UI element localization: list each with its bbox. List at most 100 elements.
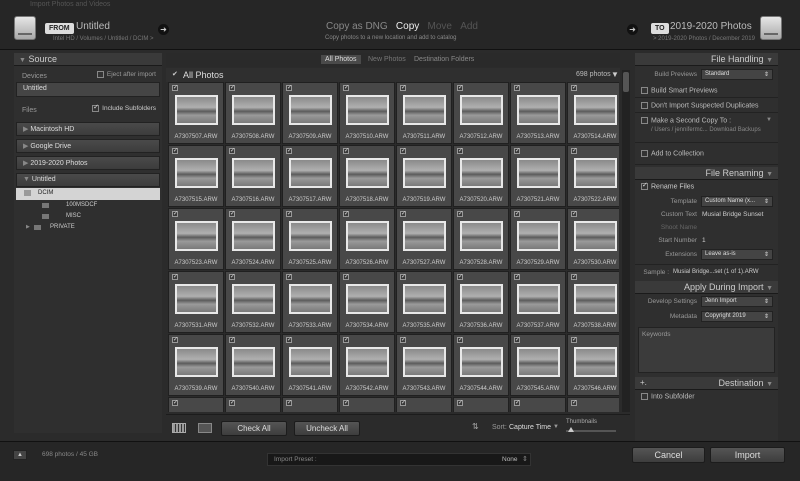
plus-icon[interactable]: +. [640, 378, 647, 387]
into-subfolder-checkbox[interactable] [641, 393, 648, 400]
grid-cell[interactable]: ✓ A7307527.ARW [396, 208, 452, 270]
photo-thumbnail[interactable] [346, 95, 389, 125]
drive-google-drive[interactable]: ▶ Google Drive [16, 139, 160, 153]
photo-thumbnail[interactable] [460, 158, 503, 188]
apply-during-import-header[interactable]: Apply During Import ▼ [635, 281, 778, 294]
photo-thumbnail[interactable] [346, 158, 389, 188]
develop-settings-select[interactable]: Jenn Import ⇕ [701, 296, 773, 307]
photo-checkbox[interactable]: ✓ [571, 400, 577, 406]
drive-untitled[interactable]: ▼ Untitled [16, 173, 160, 187]
mode-add[interactable]: Add [460, 21, 478, 32]
grid-cell[interactable]: ✓ A7307531.ARW [168, 271, 224, 333]
photo-checkbox[interactable]: ✓ [457, 85, 463, 91]
grid-cell[interactable]: ✓ A7307509.ARW [282, 82, 338, 144]
grid-cell[interactable]: ✓ A7307545.ARW [510, 334, 566, 396]
grid-cell[interactable]: ✓ [168, 397, 224, 412]
photo-checkbox[interactable]: ✓ [172, 148, 178, 154]
drive-2019-2020-photos[interactable]: ▶ 2019-2020 Photos [16, 156, 160, 170]
metadata-select[interactable]: Copyright 2019 ⇕ [701, 311, 773, 322]
photo-thumbnail[interactable] [574, 221, 617, 251]
no-duplicates-row[interactable]: Don't Import Suspected Duplicates [635, 98, 778, 113]
tab-all-photos[interactable]: All Photos [321, 55, 361, 64]
photo-thumbnail[interactable] [574, 158, 617, 188]
photo-thumbnail[interactable] [574, 284, 617, 314]
grid-cell[interactable]: ✓ A7307537.ARW [510, 271, 566, 333]
photo-checkbox[interactable]: ✓ [172, 211, 178, 217]
photo-checkbox[interactable]: ✓ [457, 337, 463, 343]
photo-thumbnail[interactable] [175, 158, 218, 188]
grid-cell[interactable]: ✓ A7307529.ARW [510, 208, 566, 270]
photo-thumbnail[interactable] [517, 347, 560, 377]
grid-cell[interactable]: ✓ A7307524.ARW [225, 208, 281, 270]
grid-cell[interactable]: ✓ A7307525.ARW [282, 208, 338, 270]
photo-thumbnail[interactable] [232, 158, 275, 188]
photo-checkbox[interactable]: ✓ [286, 337, 292, 343]
grid-cell[interactable]: ✓ A7307532.ARW [225, 271, 281, 333]
file-handling-header[interactable]: File Handling ▼ [635, 53, 778, 66]
photo-thumbnail[interactable] [289, 221, 332, 251]
photo-checkbox[interactable]: ✓ [571, 274, 577, 280]
photo-checkbox[interactable]: ✓ [229, 85, 235, 91]
source-path[interactable]: Intel HD / Volumes / Untitled / DCIM > [53, 36, 154, 42]
chevron-down-icon[interactable]: ⇕ [522, 455, 528, 463]
custom-text-input[interactable]: Musial Bridge Sunset [702, 211, 763, 218]
photo-checkbox[interactable]: ✓ [457, 211, 463, 217]
grid-cell[interactable]: ✓ [396, 397, 452, 412]
template-select[interactable]: Custom Name (x... ⇕ [701, 196, 773, 207]
photo-thumbnail[interactable] [175, 95, 218, 125]
grid-cell[interactable]: ✓ A7307512.ARW [453, 82, 509, 144]
uncheck-all-button[interactable]: Uncheck All [294, 421, 360, 436]
grid-cell[interactable]: ✓ [453, 397, 509, 412]
collapse-up-icon[interactable]: ▲ [13, 450, 27, 460]
chevron-down-icon[interactable]: ▼ [766, 117, 772, 123]
photo-thumbnail[interactable] [289, 95, 332, 125]
eject-checkbox[interactable] [96, 71, 104, 78]
grid-cell[interactable]: ✓ A7307516.ARW [225, 145, 281, 207]
photo-thumbnail[interactable] [289, 284, 332, 314]
grid-cell[interactable]: ✓ A7307543.ARW [396, 334, 452, 396]
second-copy-path[interactable]: / Users / jennifermc... Download Backups [651, 127, 772, 133]
folder-misc[interactable]: MISC [16, 211, 160, 222]
grid-cell[interactable]: ✓ A7307511.ARW [396, 82, 452, 144]
photo-thumbnail[interactable] [403, 347, 446, 377]
mode-copy[interactable]: Copy [396, 21, 419, 32]
destination-header[interactable]: +. Destination ▼ [635, 377, 778, 390]
grid-cell[interactable]: ✓ A7307533.ARW [282, 271, 338, 333]
grid-cell[interactable]: ✓ A7307523.ARW [168, 208, 224, 270]
sort-select[interactable]: Capture Time [509, 424, 551, 431]
photo-checkbox[interactable]: ✓ [457, 148, 463, 154]
photo-thumbnail[interactable] [175, 284, 218, 314]
folder-private[interactable]: ▶ PRIVATE [16, 222, 160, 233]
photo-thumbnail[interactable] [346, 284, 389, 314]
photo-thumbnail[interactable] [232, 284, 275, 314]
photo-checkbox[interactable]: ✓ [172, 337, 178, 343]
grid-cell[interactable]: ✓ A7307515.ARW [168, 145, 224, 207]
grid-cell[interactable]: ✓ A7307521.ARW [510, 145, 566, 207]
slider-handle[interactable] [568, 427, 574, 432]
photo-checkbox[interactable]: ✓ [400, 211, 406, 217]
photo-checkbox[interactable]: ✓ [514, 211, 520, 217]
grid-view-icon[interactable] [172, 423, 186, 433]
photo-checkbox[interactable]: ✓ [571, 211, 577, 217]
grid-cell[interactable]: ✓ A7307534.ARW [339, 271, 395, 333]
photo-checkbox[interactable]: ✓ [172, 85, 178, 91]
check-all-button[interactable]: Check All [221, 421, 287, 436]
grid-cell[interactable]: ✓ A7307541.ARW [282, 334, 338, 396]
grid-cell[interactable]: ✓ A7307528.ARW [453, 208, 509, 270]
grid-cell[interactable]: ✓ [282, 397, 338, 412]
photo-thumbnail[interactable] [403, 158, 446, 188]
sort-direction-icon[interactable]: ⇅ [472, 422, 479, 431]
photo-thumbnail[interactable] [460, 221, 503, 251]
source-name[interactable]: Untitled [76, 21, 110, 32]
mode-move[interactable]: Move [428, 21, 452, 32]
grid-scrollbar[interactable] [622, 70, 630, 412]
grid-cell[interactable]: ✓ A7307518.ARW [339, 145, 395, 207]
add-collection-row[interactable]: Add to Collection [635, 143, 778, 165]
photo-thumbnail[interactable] [232, 95, 275, 125]
photo-checkbox[interactable]: ✓ [343, 211, 349, 217]
grid-cell[interactable]: ✓ A7307535.ARW [396, 271, 452, 333]
grid-cell[interactable]: ✓ A7307510.ARW [339, 82, 395, 144]
grid-cell[interactable]: ✓ A7307544.ARW [453, 334, 509, 396]
photo-thumbnail[interactable] [574, 95, 617, 125]
device-untitled[interactable]: Untitled [16, 82, 160, 97]
